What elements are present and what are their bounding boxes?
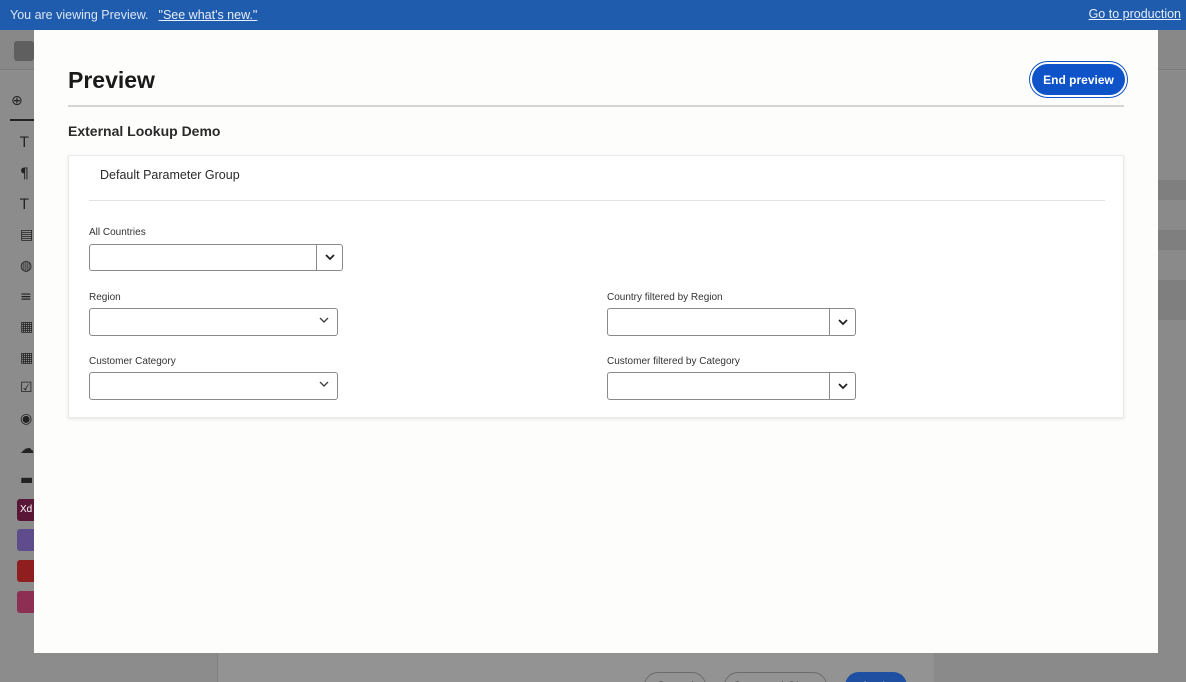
chevron-down-icon [319,381,329,391]
dialog-title: Preview [68,67,155,93]
country-by-region-combobox [607,308,856,336]
chevron-down-icon [319,317,329,327]
cancel-button[interactable]: Cancel [644,672,706,682]
all-countries-dropdown-button[interactable] [316,245,342,270]
region-label: Region [89,292,121,303]
background-row [1158,180,1186,200]
country-by-region-dropdown-button[interactable] [829,309,855,335]
whats-new-link[interactable]: "See what's new." [159,8,258,22]
customer-by-category-dropdown-button[interactable] [829,373,855,399]
customer-by-category-input[interactable] [608,373,829,399]
group-divider [89,200,1105,201]
app-logo-icon [14,41,34,61]
go-to-production-link[interactable]: Go to production [1089,7,1181,21]
chevron-down-icon [837,382,848,390]
all-countries-label: All Countries [89,227,146,238]
chevron-down-icon [324,254,335,261]
save-and-close-button[interactable]: Save and Close [724,672,827,682]
apply-button[interactable]: Apply [845,672,907,682]
country-by-region-input[interactable] [608,309,829,335]
preview-banner: You are viewing Preview. "See what's new… [0,0,1186,30]
customer-by-category-combobox [607,372,856,400]
preview-dialog: Preview End preview External Lookup Demo… [34,30,1158,653]
country-by-region-label: Country filtered by Region [607,292,723,303]
all-countries-input[interactable] [90,245,316,270]
end-preview-button[interactable]: End preview [1032,64,1125,95]
region-picker[interactable] [89,308,338,336]
parameter-group-card: Default Parameter Group All Countries Re… [68,155,1124,418]
banner-message: You are viewing Preview. [10,8,149,22]
all-countries-combobox [89,244,343,271]
background-row [1158,230,1186,250]
form-name: External Lookup Demo [68,123,221,139]
chevron-down-icon [837,318,848,326]
customer-category-picker[interactable] [89,372,338,400]
background-row [1158,280,1186,320]
title-divider [68,105,1124,107]
customer-by-category-label: Customer filtered by Category [607,356,740,367]
parameter-group-title: Default Parameter Group [100,168,240,182]
customer-category-label: Customer Category [89,356,176,367]
add-circle-icon[interactable]: ⊕ [11,93,27,109]
